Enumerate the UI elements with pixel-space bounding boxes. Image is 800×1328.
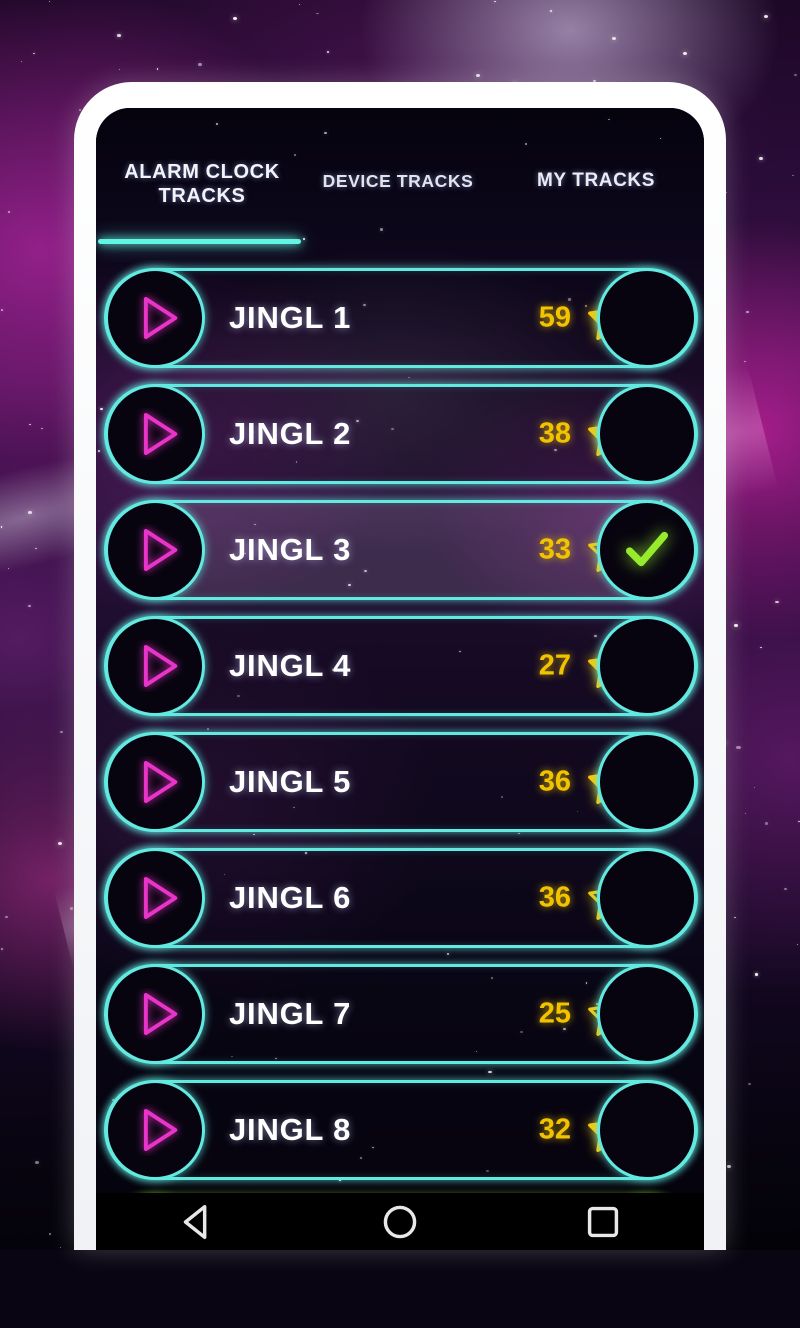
- tab-my-tracks[interactable]: MY TRACKS: [496, 108, 696, 248]
- select-track-toggle[interactable]: [597, 964, 697, 1064]
- play-icon: [127, 756, 184, 808]
- tab-bar: ALARM CLOCK TRACKS DEVICE TRACKS MY TRAC…: [96, 108, 704, 248]
- play-icon: [127, 524, 184, 576]
- android-navigation-bar: [96, 1193, 704, 1250]
- track-count: 36: [539, 882, 571, 915]
- check-icon: [618, 521, 676, 579]
- select-track-toggle[interactable]: [597, 268, 697, 368]
- track-count: 38: [539, 418, 571, 451]
- active-tab-indicator: [98, 239, 301, 244]
- select-track-toggle[interactable]: [597, 848, 697, 948]
- select-track-toggle[interactable]: [597, 616, 697, 716]
- play-icon: [127, 1104, 184, 1156]
- play-button[interactable]: [105, 384, 205, 484]
- recents-button[interactable]: [580, 1199, 626, 1245]
- play-button[interactable]: [105, 964, 205, 1064]
- track-row[interactable]: JINGL 6 36: [104, 848, 698, 948]
- select-track-toggle[interactable]: [597, 384, 697, 484]
- play-button[interactable]: [105, 500, 205, 600]
- track-row[interactable]: JINGL 5 36: [104, 732, 698, 832]
- play-button[interactable]: [105, 268, 205, 368]
- play-icon: [127, 292, 184, 344]
- select-track-toggle[interactable]: [597, 1080, 697, 1180]
- track-count: 27: [539, 650, 571, 683]
- track-name: JINGL 7: [229, 996, 351, 1032]
- track-count: 25: [539, 998, 571, 1031]
- phone-screen: ALARM CLOCK TRACKS DEVICE TRACKS MY TRAC…: [96, 108, 704, 1250]
- track-row[interactable]: JINGL 7 25: [104, 964, 698, 1064]
- track-row[interactable]: JINGL 8 32: [104, 1080, 698, 1180]
- home-button[interactable]: [377, 1199, 423, 1245]
- track-count: 33: [539, 534, 571, 567]
- play-button[interactable]: [105, 616, 205, 716]
- track-count: 36: [539, 766, 571, 799]
- track-count: 59: [539, 302, 571, 335]
- play-icon: [127, 640, 184, 692]
- back-button[interactable]: [174, 1199, 220, 1245]
- play-button[interactable]: [105, 848, 205, 948]
- track-name: JINGL 1: [229, 300, 351, 336]
- track-row[interactable]: JINGL 3 33: [104, 500, 698, 600]
- play-button[interactable]: [105, 1080, 205, 1180]
- select-track-toggle[interactable]: [597, 500, 697, 600]
- track-count: 32: [539, 1114, 571, 1147]
- tab-device-tracks[interactable]: DEVICE TRACKS: [310, 108, 486, 248]
- track-name: JINGL 6: [229, 880, 351, 916]
- play-icon: [127, 408, 184, 460]
- track-name: JINGL 3: [229, 532, 351, 568]
- track-name: JINGL 4: [229, 648, 351, 684]
- select-track-toggle[interactable]: [597, 732, 697, 832]
- play-button[interactable]: [105, 732, 205, 832]
- track-name: JINGL 5: [229, 764, 351, 800]
- track-row[interactable]: JINGL 2 38: [104, 384, 698, 484]
- tab-alarm-clock-tracks[interactable]: ALARM CLOCK TRACKS: [102, 108, 302, 248]
- phone-mockup-frame: ALARM CLOCK TRACKS DEVICE TRACKS MY TRAC…: [74, 82, 726, 1250]
- track-name: JINGL 2: [229, 416, 351, 452]
- play-icon: [127, 872, 184, 924]
- track-row[interactable]: JINGL 1 59: [104, 268, 698, 368]
- track-name: JINGL 8: [229, 1112, 351, 1148]
- play-icon: [127, 988, 184, 1040]
- track-row[interactable]: JINGL 4 27: [104, 616, 698, 716]
